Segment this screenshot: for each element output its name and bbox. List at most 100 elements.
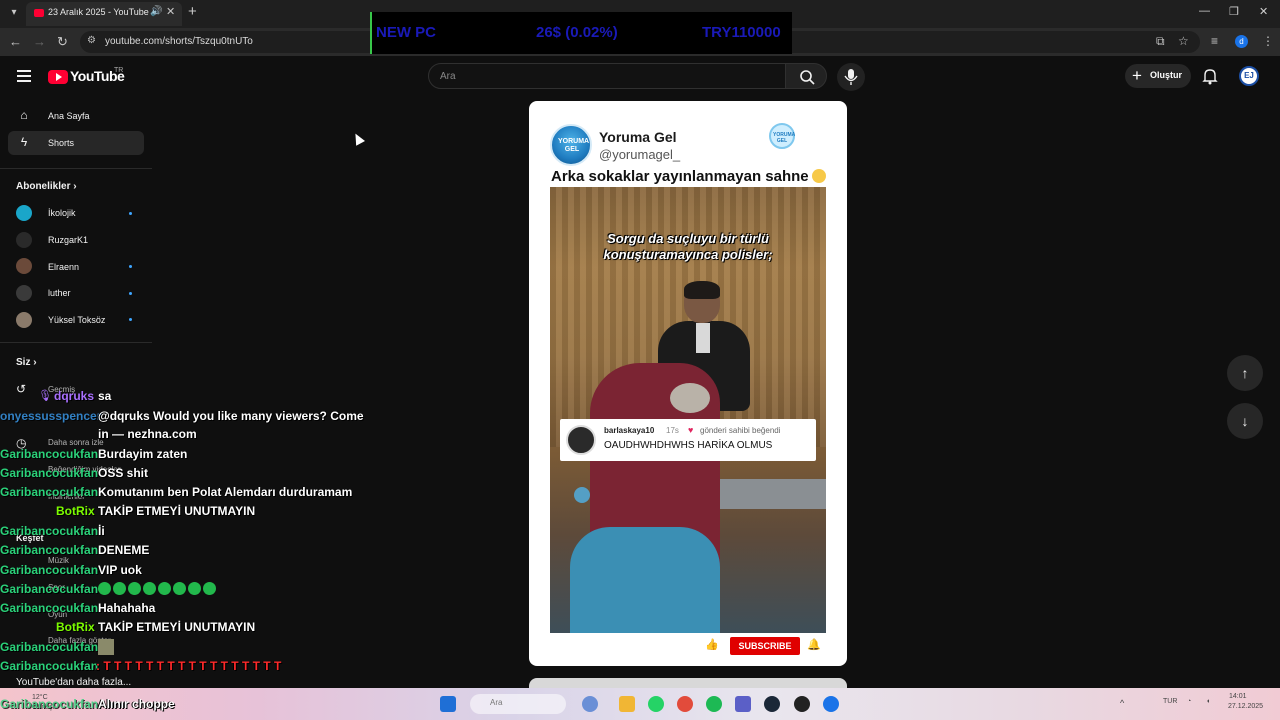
media-control-icon[interactable]: ≡ (1211, 34, 1218, 48)
mouse-cursor-icon (351, 131, 365, 146)
channel-avatar[interactable] (16, 205, 32, 221)
short-video-card[interactable]: YORUMA GEL Yoruma Gel @yorumagel_ YORUMA… (529, 101, 847, 666)
speaker-icon[interactable]: 🔊 (150, 6, 162, 17)
you-heading[interactable]: Siz › (16, 357, 37, 368)
notifications-bell-icon[interactable] (1201, 67, 1219, 85)
url-text[interactable]: youtube.com/shorts/Tszqu0tnUTo (105, 36, 253, 47)
laughing-emoji-icon (811, 169, 826, 183)
bell-icon[interactable]: 🔔 (807, 638, 821, 651)
account-avatar[interactable]: EJ (1239, 66, 1259, 86)
search-icon (800, 70, 815, 85)
browser-menu-icon[interactable]: ⋮ (1262, 34, 1274, 48)
play-icon (56, 73, 62, 81)
subscribe-button[interactable]: SUBSCRIBE (730, 637, 800, 655)
forward-icon[interactable]: → (33, 34, 46, 49)
sidebar-item-watch-later[interactable]: Daha sonra izle (48, 438, 104, 447)
chat-username: onyessusspencer (0, 409, 102, 423)
new-content-dot (129, 318, 132, 321)
teams-icon[interactable] (735, 696, 751, 712)
voice-search-button[interactable] (837, 63, 865, 91)
chat-message: @dqruks Would you like many viewers? Com… (98, 409, 364, 423)
channel-logo[interactable]: YORUMA GEL (550, 124, 592, 166)
sidebar-item-luther[interactable]: luther (48, 288, 71, 298)
new-tab-icon[interactable]: + (188, 3, 197, 20)
clock-time[interactable]: 14:01 (1229, 693, 1247, 700)
chat-username: Garibancocukfan (0, 485, 99, 499)
bookmark-star-icon[interactable]: ☆ (1178, 34, 1189, 48)
create-button[interactable]: + Oluştur (1125, 64, 1191, 88)
channel-avatar[interactable] (16, 258, 32, 274)
channel-handle[interactable]: @yorumagel_ (599, 147, 680, 162)
windows-taskbar: 12°C Güneşli Garibancocukfan Alınır chop… (0, 688, 1280, 720)
chat-username: Garibancocukfan (0, 524, 99, 538)
subscriptions-heading[interactable]: Abonelikler › (16, 181, 77, 192)
arrow-down-icon: ↓ (1241, 413, 1249, 429)
chrome-icon[interactable] (677, 696, 693, 712)
chat-message: Komutanım ben Polat Alemdarı durduramam (98, 485, 353, 499)
restore-icon[interactable]: ❐ (1229, 5, 1239, 18)
chat-message: Burdayim zaten (98, 447, 188, 461)
language-indicator[interactable]: TUR (1163, 698, 1177, 705)
tab-search-icon[interactable]: ▾ (6, 5, 22, 21)
you-heading-text: Siz (16, 357, 31, 368)
video-overlay-text: Sorgu da suçluyu bir türlü konuşturamayı… (550, 231, 826, 263)
sidebar-item-ruzgark1[interactable]: RuzgarK1 (48, 235, 88, 245)
tray-chevron-icon[interactable]: ^ (1120, 698, 1124, 708)
steam-icon[interactable] (764, 696, 780, 712)
history-icon: ↺ (16, 382, 27, 396)
chat-message: : T T T T T T T T T T T T T T T T T (96, 659, 282, 673)
file-explorer-icon[interactable] (619, 696, 635, 712)
whatsapp-icon[interactable] (648, 696, 664, 712)
sidebar-item-yuksel-toksoz[interactable]: Yüksel Toksöz (48, 315, 105, 325)
search-button[interactable] (785, 63, 827, 89)
region-code: TR (114, 67, 124, 74)
channel-name[interactable]: Yoruma Gel (599, 129, 677, 145)
browser-tab[interactable]: 23 Aralık 2025 - YouTube 🔊 ✕ (26, 2, 182, 26)
channel-badge-text: YORUMA GEL (773, 132, 796, 144)
window-close-icon[interactable]: ✕ (1259, 5, 1268, 18)
channel-badge-icon: YORUMA GEL (769, 123, 795, 149)
widgets-icon[interactable] (582, 696, 598, 712)
minimize-icon[interactable]: — (1199, 5, 1210, 17)
comment-username: barlaskaya10 (604, 426, 655, 435)
chrome-active-icon[interactable] (823, 696, 839, 712)
chat-emote (98, 639, 114, 655)
browser-profile-icon[interactable]: d (1235, 35, 1248, 48)
taskbar-search-input[interactable]: Ara (470, 694, 566, 714)
close-tab-icon[interactable]: ✕ (166, 5, 175, 18)
youtube-favicon-icon (34, 9, 44, 17)
search-input[interactable]: Ara (428, 63, 786, 89)
watermark-icon (574, 487, 590, 503)
subscriptions-heading-text: Abonelikler (16, 181, 71, 192)
comment-time: 17s (666, 426, 679, 435)
reload-icon[interactable]: ↻ (57, 34, 68, 50)
chat-username: BotRix (56, 620, 95, 634)
obs-icon[interactable] (794, 696, 810, 712)
back-icon[interactable]: ← (9, 34, 22, 49)
comment-text: OAUDHWHDHWHS HARİKA OLMUS (604, 440, 773, 451)
spotify-icon[interactable] (706, 696, 722, 712)
video-frame[interactable]: Sorgu da suçluyu bir türlü konuşturamayı… (550, 187, 826, 633)
site-info-icon[interactable]: ⚙ (87, 35, 96, 46)
mic-badge-icon: 🎙 (38, 390, 52, 402)
sidebar-item-elraenn[interactable]: Elraenn (48, 262, 79, 272)
volume-icon[interactable]: ◖ (1206, 698, 1210, 705)
hamburger-menu-icon[interactable] (17, 70, 31, 85)
thumbs-up-icon[interactable]: 👍 (705, 638, 719, 651)
comment-reply-card: barlaskaya10 17s ♥ gönderi sahibi beğend… (560, 419, 816, 461)
sidebar-item-ikolojik[interactable]: İkolojik (48, 208, 76, 218)
previous-short-button[interactable]: ↑ (1227, 355, 1263, 391)
sidebar-item-home[interactable]: ⌂ Ana Sayfa (8, 104, 144, 128)
install-icon[interactable]: ⧉ (1156, 34, 1165, 49)
sidebar-item-shorts[interactable]: ϟ Shorts (8, 131, 144, 155)
channel-avatar[interactable] (16, 285, 32, 301)
wifi-icon[interactable]: ◔ (1187, 698, 1191, 705)
more-from-youtube-heading: YouTube'dan daha fazla... (16, 677, 132, 688)
clock-date[interactable]: 27.12.2025 (1228, 703, 1263, 710)
channel-avatar[interactable] (16, 232, 32, 248)
chat-username: Garibancocukfan (0, 640, 99, 654)
windows-start-icon[interactable] (440, 696, 456, 712)
video-text-line: konuşturamayınca polisler; (603, 247, 773, 262)
channel-avatar[interactable] (16, 312, 32, 328)
next-short-button[interactable]: ↓ (1227, 403, 1263, 439)
